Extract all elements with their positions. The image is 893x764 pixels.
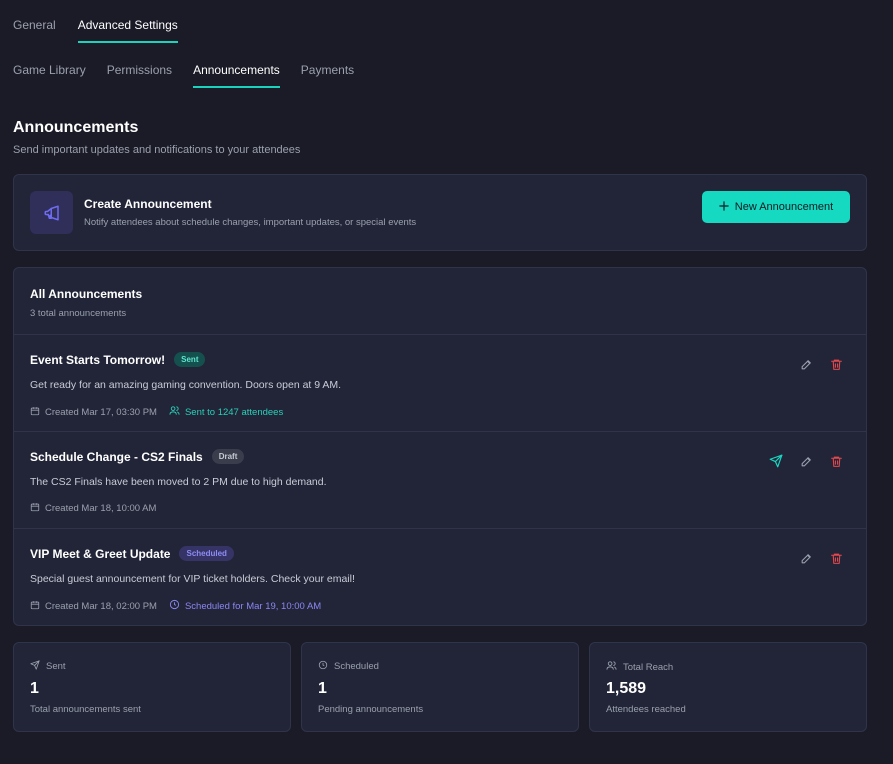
announcement-item: Event Starts Tomorrow! Sent Get ready fo…: [14, 335, 866, 432]
primary-tabs: General Advanced Settings: [13, 18, 200, 43]
tab-announcements[interactable]: Announcements: [193, 63, 280, 88]
edit-icon[interactable]: [798, 453, 814, 469]
tab-permissions[interactable]: Permissions: [107, 63, 172, 88]
status-badge: Scheduled: [179, 546, 234, 561]
send-icon[interactable]: [768, 453, 784, 469]
trash-icon[interactable]: [828, 550, 844, 566]
announcement-description: The CS2 Finals have been moved to 2 PM d…: [30, 476, 327, 488]
status-badge: Sent: [174, 352, 206, 367]
tab-advanced-settings[interactable]: Advanced Settings: [77, 18, 178, 43]
page-title: Announcements: [13, 119, 139, 136]
scheduled-time: Scheduled for Mar 19, 10:00 AM: [169, 599, 321, 613]
calendar-icon: [30, 502, 40, 515]
created-date: Created Mar 17, 03:30 PM: [30, 406, 157, 419]
stat-value: 1: [30, 680, 39, 697]
announcement-title: Schedule Change - CS2 Finals: [30, 449, 203, 464]
stat-label: Total Reach: [623, 661, 674, 673]
list-title: All Announcements: [30, 287, 143, 301]
created-date: Created Mar 18, 02:00 PM: [30, 600, 157, 613]
secondary-tabs: Game Library Permissions Announcements P…: [13, 63, 375, 88]
edit-icon[interactable]: [798, 550, 814, 566]
new-announcement-button[interactable]: New Announcement: [702, 191, 850, 223]
announcement-title: VIP Meet & Greet Update: [30, 546, 171, 561]
trash-icon[interactable]: [828, 453, 844, 469]
create-announcement-title: Create Announcement: [84, 197, 212, 211]
send-icon: [30, 660, 40, 673]
tab-general[interactable]: General: [13, 18, 56, 43]
list-count: 3 total announcements: [30, 308, 127, 319]
plus-icon: [719, 200, 729, 214]
stat-value: 1,589: [606, 680, 647, 697]
create-announcement-description: Notify attendees about schedule changes,…: [84, 217, 417, 228]
stat-card-total-reach: Total Reach 1,589 Attendees reached: [589, 642, 867, 732]
announcements-list-card: All Announcements 3 total announcements …: [13, 267, 867, 626]
trash-icon[interactable]: [828, 356, 844, 372]
announcement-item: VIP Meet & Greet Update Scheduled Specia…: [14, 529, 866, 626]
stat-value: 1: [318, 680, 327, 697]
status-badge: Draft: [211, 449, 245, 464]
stat-description: Total announcements sent: [30, 704, 141, 715]
stat-description: Pending announcements: [318, 704, 424, 715]
announcement-item: Schedule Change - CS2 Finals Draft The C…: [14, 432, 866, 529]
calendar-icon: [30, 406, 40, 419]
megaphone-icon: [30, 191, 73, 234]
stat-label: Scheduled: [334, 661, 379, 672]
announcement-title: Event Starts Tomorrow!: [30, 352, 166, 367]
page-subtitle: Send important updates and notifications…: [13, 144, 301, 156]
calendar-icon: [30, 600, 40, 613]
edit-icon[interactable]: [798, 356, 814, 372]
tab-game-library[interactable]: Game Library: [13, 63, 86, 88]
new-announcement-label: New Announcement: [734, 201, 834, 213]
users-icon: [606, 660, 617, 674]
tab-payments[interactable]: Payments: [301, 63, 354, 88]
stat-label: Sent: [46, 661, 66, 672]
list-header: All Announcements 3 total announcements: [14, 268, 866, 335]
stat-description: Attendees reached: [606, 704, 686, 715]
stat-card-scheduled: Scheduled 1 Pending announcements: [301, 642, 579, 732]
users-icon: [169, 405, 180, 419]
sent-to-count: Sent to 1247 attendees: [169, 405, 283, 419]
announcement-description: Get ready for an amazing gaming conventi…: [30, 379, 342, 391]
create-announcement-card: Create Announcement Notify attendees abo…: [13, 174, 867, 251]
clock-icon: [169, 599, 180, 613]
announcement-description: Special guest announcement for VIP ticke…: [30, 573, 355, 585]
clock-icon: [318, 660, 328, 673]
created-date: Created Mar 18, 10:00 AM: [30, 502, 156, 515]
stat-card-sent: Sent 1 Total announcements sent: [13, 642, 291, 732]
